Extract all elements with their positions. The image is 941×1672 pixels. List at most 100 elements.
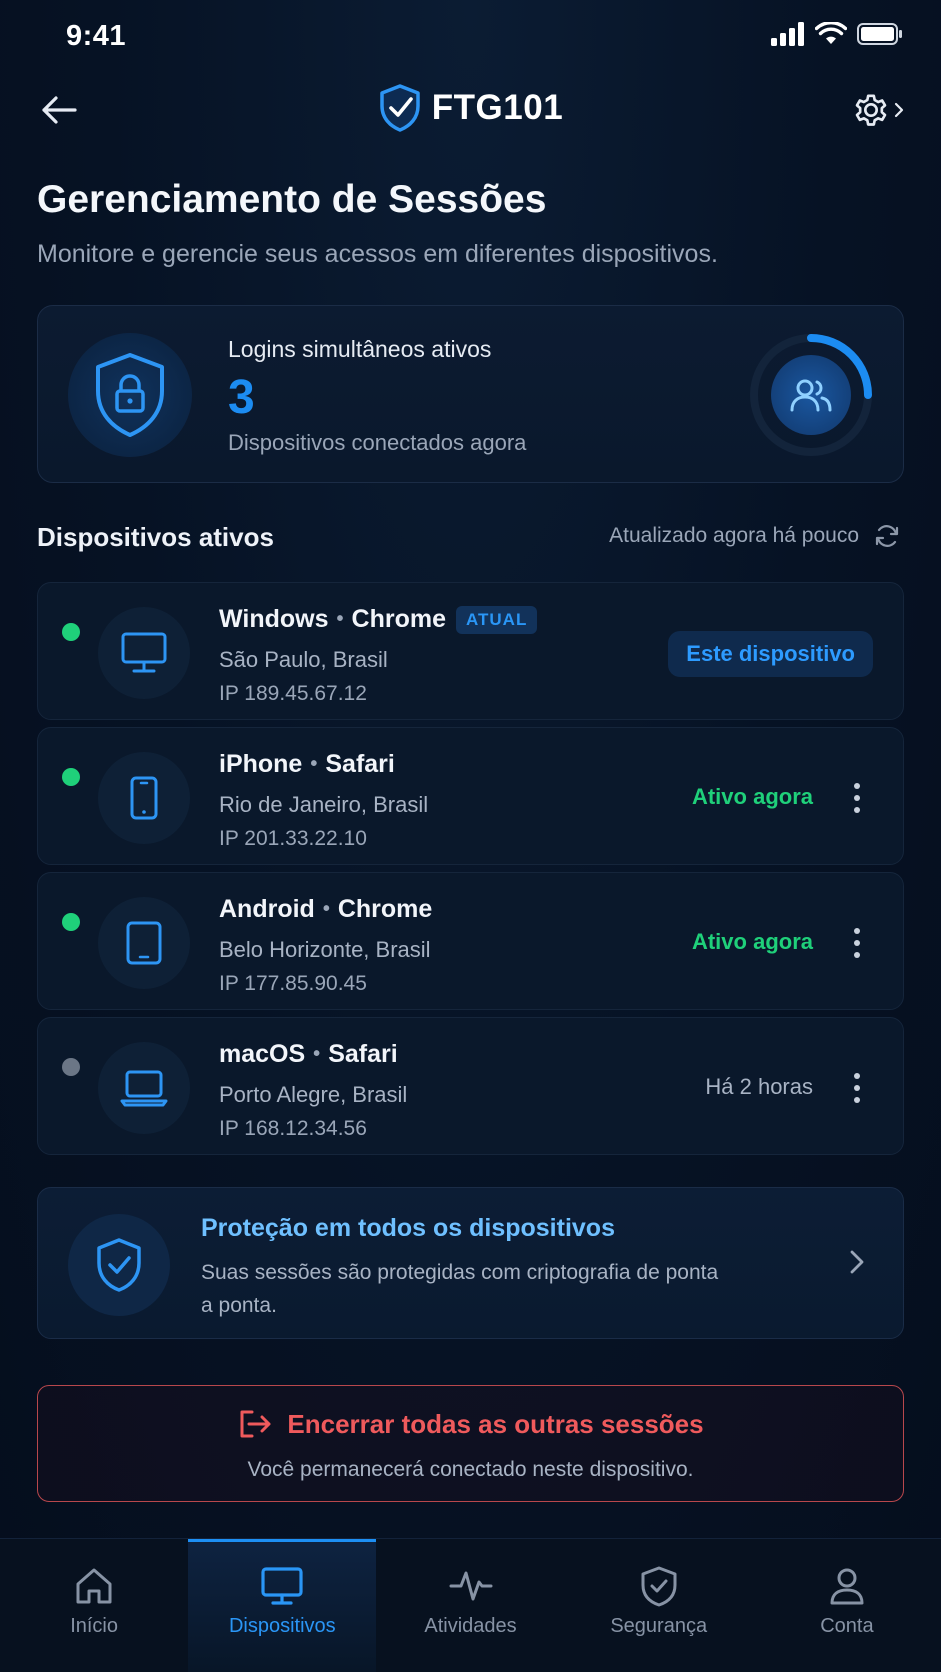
device-name: Android • Chrome — [219, 895, 432, 924]
active-logins-label: Logins simultâneos ativos — [228, 336, 492, 362]
device-status: Ativo agora — [691, 784, 813, 809]
device-os: Android — [219, 895, 315, 923]
nav-label: Conta — [820, 1615, 874, 1637]
protection-card[interactable]: Proteção em todos os dispositivos Suas s… — [37, 1187, 904, 1339]
tablet-icon — [126, 921, 162, 965]
online-indicator — [62, 623, 80, 641]
devices-ring — [747, 331, 875, 459]
device-location: Rio de Janeiro, Brasil — [219, 792, 429, 817]
device-list: Windows • Chrome ATUAL São Paulo, Brasil… — [37, 582, 904, 1162]
online-indicator — [62, 768, 80, 786]
bottom-nav: Início Dispositivos Atividades Segurança — [0, 1538, 941, 1672]
more-options-button[interactable] — [845, 1068, 869, 1108]
device-ip: IP 177.85.90.45 — [219, 972, 367, 995]
device-status: Ativo agora — [691, 929, 813, 954]
shield-lock-icon — [96, 353, 164, 437]
settings-button[interactable] — [841, 86, 905, 134]
status-time: 9:41 — [66, 20, 127, 52]
device-card[interactable]: iPhone • Safari Rio de Janeiro, Brasil I… — [37, 727, 904, 865]
device-name: macOS • Safari — [219, 1040, 398, 1069]
devices-section-title: Dispositivos ativos — [37, 522, 274, 552]
device-name: Windows • Chrome ATUAL — [219, 605, 538, 634]
device-icon-badge — [98, 607, 190, 699]
device-os: iPhone — [219, 750, 303, 778]
active-logins-card: Logins simultâneos ativos 3 Dispositivos… — [37, 305, 904, 483]
nav-item-atividades[interactable]: Atividades — [376, 1539, 564, 1672]
shield-logo-icon — [380, 84, 420, 132]
protection-icon-badge — [68, 1214, 170, 1316]
monitor-icon — [261, 1567, 303, 1605]
nav-label: Segurança — [610, 1615, 708, 1637]
device-location: Porto Alegre, Brasil — [219, 1082, 408, 1107]
user-icon — [830, 1568, 864, 1605]
nav-item-dispositivos[interactable]: Dispositivos — [188, 1539, 377, 1672]
protection-text: Suas sessões são protegidas com criptogr… — [201, 1261, 719, 1317]
device-card[interactable]: Android • Chrome Belo Horizonte, Brasil … — [37, 872, 904, 1010]
device-icon-badge — [98, 897, 190, 989]
app-header: FTG101 — [0, 78, 941, 144]
logout-icon — [240, 1410, 271, 1438]
gear-icon — [855, 94, 887, 126]
device-ip: IP 189.45.67.12 — [219, 682, 367, 705]
separator-dot: • — [322, 898, 330, 920]
users-icon — [790, 379, 832, 412]
nav-item-inicio[interactable]: Início — [0, 1539, 188, 1672]
device-status: Há 2 horas — [705, 1074, 813, 1099]
device-os: macOS — [219, 1040, 306, 1068]
separator-dot: • — [313, 1043, 321, 1065]
online-indicator — [62, 913, 80, 931]
active-logins-caption: Dispositivos conectados agora — [228, 430, 527, 455]
activity-icon — [449, 1571, 492, 1601]
more-options-button[interactable] — [845, 778, 869, 818]
shield-check-icon — [97, 1238, 141, 1292]
sessions-screen: 9:41 FTG101 Gerenciamento de Sessões Mon… — [0, 0, 941, 1672]
device-browser: Chrome — [351, 605, 446, 633]
current-badge: ATUAL — [455, 605, 538, 634]
device-browser: Safari — [328, 1040, 398, 1068]
home-icon — [76, 1568, 112, 1604]
end-other-sessions-button[interactable]: Encerrar todas as outras sessões Você pe… — [37, 1385, 904, 1502]
nav-label: Atividades — [424, 1615, 517, 1637]
end-sessions-row: Encerrar todas as outras sessões — [38, 1408, 903, 1440]
device-os: Windows — [219, 605, 329, 633]
device-icon-badge — [98, 1042, 190, 1134]
more-options-button[interactable] — [845, 923, 869, 963]
device-ip: IP 168.12.34.56 — [219, 1117, 367, 1140]
active-logins-count: 3 — [228, 371, 255, 424]
nav-label: Início — [70, 1615, 118, 1637]
refresh-icon[interactable] — [873, 522, 901, 550]
signal-icon — [771, 22, 804, 46]
last-updated-text: Atualizado agora há pouco — [609, 524, 859, 547]
device-location: São Paulo, Brasil — [219, 647, 388, 672]
this-device-pill: Este dispositivo — [668, 631, 873, 677]
nav-item-seguranca[interactable]: Segurança — [565, 1539, 753, 1672]
device-browser: Safari — [325, 750, 395, 778]
device-ip: IP 201.33.22.10 — [219, 827, 367, 850]
status-icons — [771, 22, 903, 46]
page-title: Gerenciamento de Sessões — [37, 178, 547, 221]
shield-lock-badge — [68, 333, 192, 457]
status-bar: 9:41 — [0, 0, 941, 70]
page-subtitle: Monitore e gerencie seus acessos em dife… — [37, 240, 718, 268]
monitor-icon — [121, 632, 167, 673]
device-location: Belo Horizonte, Brasil — [219, 937, 431, 962]
nav-item-conta[interactable]: Conta — [753, 1539, 941, 1672]
device-card[interactable]: macOS • Safari Porto Alegre, Brasil IP 1… — [37, 1017, 904, 1155]
laptop-icon — [120, 1070, 168, 1107]
battery-icon — [857, 23, 902, 45]
device-browser: Chrome — [337, 895, 433, 923]
end-sessions-label: Encerrar todas as outras sessões — [287, 1408, 704, 1439]
protection-title: Proteção em todos os dispositivos — [201, 1214, 615, 1242]
chevron-right-icon — [850, 1250, 864, 1274]
smartphone-icon — [130, 776, 158, 820]
device-card[interactable]: Windows • Chrome ATUAL São Paulo, Brasil… — [37, 582, 904, 720]
wifi-icon — [815, 22, 847, 44]
brand-name: FTG101 — [431, 88, 564, 127]
users-badge — [771, 355, 851, 435]
end-sessions-note: Você permanecerá conectado neste disposi… — [247, 1458, 694, 1481]
chevron-right-icon — [894, 102, 904, 118]
brand: FTG101 — [0, 84, 941, 132]
device-name: iPhone • Safari — [219, 750, 395, 779]
shield-check-icon — [641, 1566, 677, 1607]
separator-dot: • — [336, 608, 344, 630]
